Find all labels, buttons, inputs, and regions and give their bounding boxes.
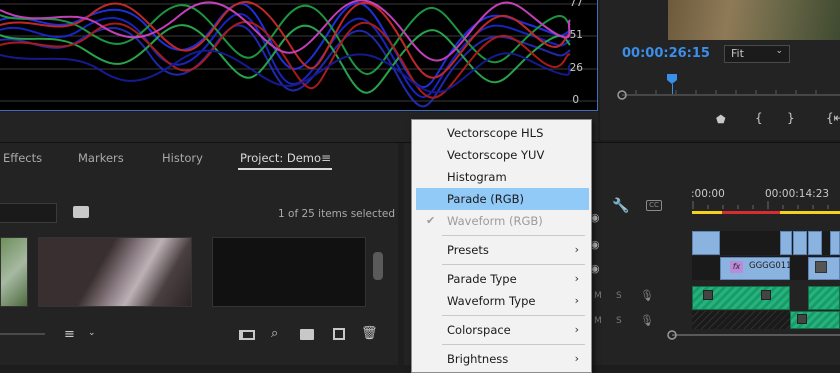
menu-item-label: Presets — [447, 243, 489, 257]
timeline-ruler-label: :00:00 — [691, 188, 725, 200]
track-solo-label[interactable]: S — [616, 316, 622, 326]
timeline-scrollbar[interactable] — [660, 328, 840, 342]
project-scrollbar[interactable] — [373, 252, 383, 280]
track-mute-label[interactable]: M — [594, 291, 602, 301]
tab-project-demo[interactable]: Project: Demo — [240, 151, 321, 165]
project-search-input[interactable] — [0, 203, 57, 223]
clip-fx-icon — [815, 261, 827, 273]
program-time-ruler[interactable] — [616, 88, 840, 102]
tab-markers[interactable]: Markers — [78, 151, 124, 165]
panel-menu-icon[interactable]: ≡ — [321, 151, 331, 165]
menu-item-vectorscope-hls[interactable]: Vectorscope HLS — [416, 122, 589, 144]
empty-audio-region — [692, 311, 790, 329]
chevron-right-icon: › — [574, 294, 579, 307]
automate-to-sequence-icon[interactable] — [239, 330, 255, 340]
lumetri-scope-display: 77 51 26 0 — [0, 0, 598, 111]
scope-tick-label: 51 — [569, 29, 583, 41]
menu-item-label: Parade (RGB) — [447, 192, 525, 206]
chevron-down-icon: ⌄ — [775, 46, 783, 56]
menu-item-label: Histogram — [447, 170, 507, 184]
video-clip-gggg011[interactable]: fx GGGG011 — [720, 257, 792, 280]
menu-item-vectorscope-yuv[interactable]: Vectorscope YUV — [416, 144, 589, 166]
menu-item-parade-type[interactable]: Parade Type › — [416, 268, 589, 290]
program-timecode[interactable]: 00:00:26:15 — [622, 46, 710, 61]
wrench-icon[interactable]: 🔧 — [612, 198, 629, 214]
media-thumbnail[interactable] — [212, 237, 366, 307]
chevron-down-icon[interactable]: ⌄ — [88, 328, 96, 338]
video-clip[interactable] — [808, 231, 822, 255]
video-clip[interactable] — [830, 231, 840, 255]
menu-item-label: Waveform (RGB) — [447, 214, 543, 228]
chevron-right-icon: › — [574, 243, 579, 256]
menu-item-label: Colorspace — [447, 323, 511, 337]
program-preview-image — [668, 0, 840, 40]
menu-item-label: Waveform Type — [447, 294, 536, 308]
menu-item-waveform-rgb[interactable]: ✔ Waveform (RGB) — [416, 210, 589, 232]
menu-item-presets[interactable]: Presets › — [416, 239, 589, 261]
menu-item-brightness[interactable]: Brightness › — [416, 348, 589, 370]
menu-item-colorspace[interactable]: Colorspace › — [416, 319, 589, 341]
menu-item-label: Parade Type — [447, 272, 517, 286]
scope-context-menu: Vectorscope HLS Vectorscope YUV Histogra… — [411, 119, 592, 373]
playhead-line — [672, 84, 673, 94]
track-mute-label[interactable]: M — [594, 316, 602, 326]
video-clip[interactable] — [793, 231, 807, 255]
video-clip[interactable] — [692, 231, 720, 255]
tab-effects[interactable]: Effects — [3, 151, 42, 165]
timeline-ruler-label: 00:00:14:23 — [765, 188, 830, 200]
menu-item-histogram[interactable]: Histogram — [416, 166, 589, 188]
microphone-icon[interactable]: 🎙 — [640, 314, 654, 327]
mark-out-icon[interactable]: } — [787, 111, 795, 125]
microphone-icon[interactable]: 🎙 — [640, 289, 654, 302]
captions-icon[interactable]: CC — [646, 200, 662, 211]
waveform-graph — [0, 0, 597, 108]
menu-item-label: Vectorscope HLS — [447, 126, 544, 140]
find-icon[interactable]: ⌕ — [271, 326, 278, 341]
fit-label: Fit — [731, 47, 744, 60]
menu-item-waveform-type[interactable]: Waveform Type › — [416, 290, 589, 312]
checkmark-icon: ✔ — [426, 214, 436, 227]
scope-tick-label: 26 — [569, 62, 583, 74]
menu-separator — [442, 315, 585, 316]
fx-badge: fx — [730, 261, 743, 273]
menu-separator — [442, 235, 585, 236]
scope-tick-label: 77 — [569, 0, 583, 9]
sort-icon[interactable]: ≡ — [64, 327, 75, 342]
thumbnail-zoom-slider[interactable] — [0, 333, 45, 335]
trash-icon[interactable]: 🗑 — [361, 326, 378, 341]
chevron-right-icon: › — [574, 323, 579, 336]
menu-item-parade-rgb[interactable]: Parade (RGB) — [416, 188, 589, 210]
go-to-in-icon[interactable]: {⇤ — [826, 111, 840, 125]
new-bin-icon[interactable] — [300, 329, 314, 340]
timeline-ruler-ticks[interactable] — [692, 201, 840, 211]
new-item-icon[interactable] — [333, 328, 345, 340]
clip-name-label: GGGG011 — [749, 261, 792, 271]
menu-separator — [442, 264, 585, 265]
clip-fx-icon — [703, 290, 713, 300]
video-clip[interactable] — [808, 257, 840, 280]
mark-in-icon[interactable]: { — [755, 111, 763, 125]
new-search-bin-icon[interactable] — [73, 206, 89, 218]
zoom-fit-dropdown[interactable]: Fit ⌄ — [724, 45, 790, 63]
tab-history[interactable]: History — [162, 151, 203, 165]
items-selected-count: 1 of 25 items selected — [278, 208, 396, 220]
chevron-right-icon: › — [574, 352, 579, 365]
menu-separator — [442, 344, 585, 345]
video-clip[interactable] — [780, 231, 792, 255]
audio-clip[interactable] — [808, 286, 840, 310]
clip-fx-icon — [797, 314, 807, 324]
chevron-right-icon: › — [574, 272, 579, 285]
audio-clip[interactable] — [692, 286, 790, 310]
active-tab-underline — [238, 168, 332, 170]
menu-item-label: Vectorscope YUV — [447, 148, 545, 162]
media-thumbnail[interactable] — [0, 237, 28, 307]
menu-item-label: Brightness — [447, 352, 509, 366]
add-marker-icon[interactable]: ⬟ — [716, 113, 726, 126]
audio-clip[interactable] — [790, 311, 840, 329]
clip-fx-icon — [761, 290, 771, 300]
track-solo-label[interactable]: S — [616, 291, 622, 301]
media-thumbnail[interactable] — [38, 237, 192, 307]
render-bar — [722, 211, 780, 214]
scope-tick-label: 0 — [572, 94, 579, 106]
